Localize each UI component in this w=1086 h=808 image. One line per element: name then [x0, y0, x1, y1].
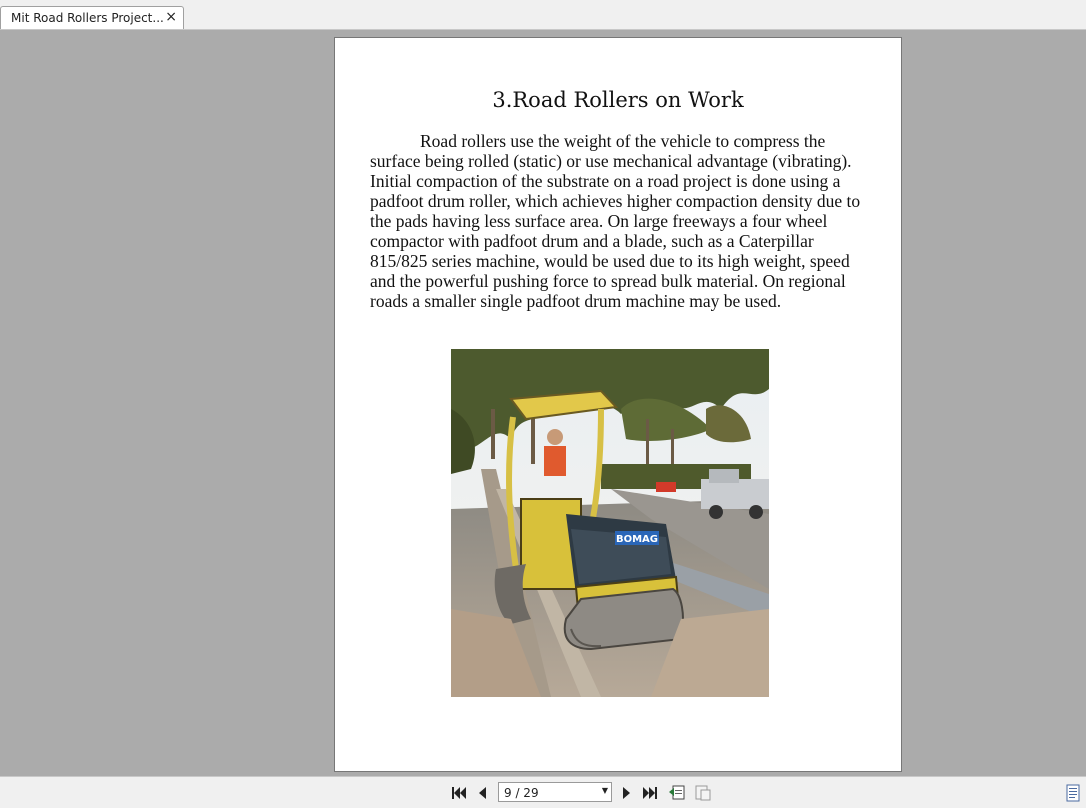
navigation-toolbar: 9 / 29 ▼ — [0, 776, 1086, 808]
page-body-text: Road rollers use the weight of the vehic… — [370, 131, 861, 311]
document-page: 3.Road Rollers on Work Road rollers use … — [334, 37, 902, 772]
page-indicator: 9 / 29 — [504, 786, 539, 800]
page-title: 3.Road Rollers on Work — [492, 88, 744, 112]
document-tab[interactable]: Mit Road Rollers Project... × — [0, 6, 184, 29]
previous-page-icon[interactable] — [474, 784, 492, 802]
go-back-icon[interactable] — [668, 784, 686, 802]
go-forward-icon[interactable] — [694, 784, 712, 802]
chevron-down-icon: ▼ — [601, 786, 608, 795]
page-number-select[interactable]: 9 / 29 ▼ — [498, 782, 612, 802]
document-viewer[interactable]: 3.Road Rollers on Work Road rollers use … — [0, 30, 1086, 776]
page-view-icon[interactable] — [1064, 784, 1082, 802]
tab-title: Mit Road Rollers Project... — [11, 11, 164, 25]
last-page-icon[interactable] — [641, 784, 659, 802]
first-page-icon[interactable] — [450, 784, 468, 802]
next-page-icon[interactable] — [617, 784, 635, 802]
tab-bar: Mit Road Rollers Project... × — [0, 0, 1086, 30]
close-icon[interactable]: × — [165, 9, 177, 25]
road-roller-photo: BOMAG — [451, 349, 769, 697]
bomag-logo-text: BOMAG — [616, 534, 658, 545]
